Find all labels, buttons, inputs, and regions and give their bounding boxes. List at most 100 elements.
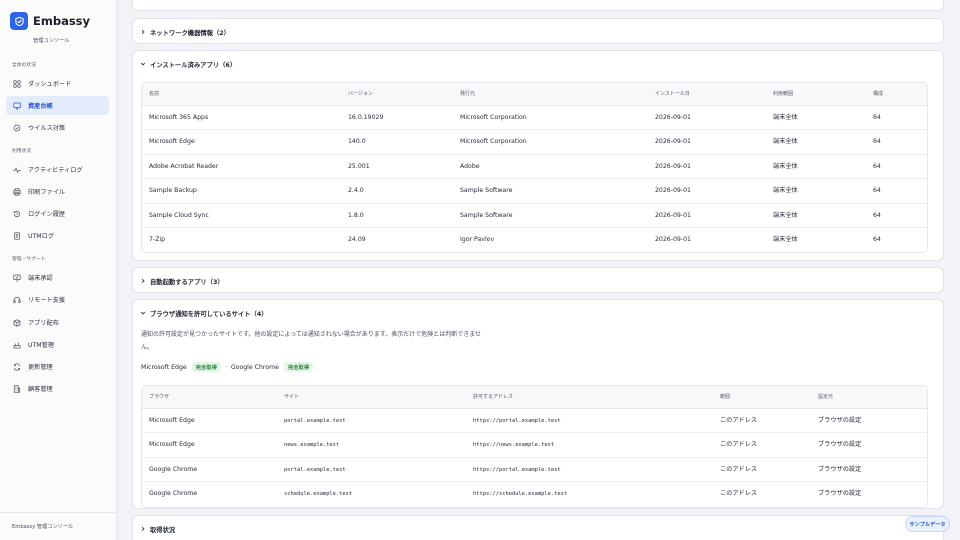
table-cell: Sample Software [460, 211, 513, 219]
table-row[interactable]: 7-Zip 24.09 Igor Pavlov 2026-09-01 端末全体 64 [142, 228, 927, 252]
sidebar-item-activity-log[interactable]: アクティビティログ [6, 160, 109, 179]
panel-title: ブラウザ通知を許可しているサイト（4） [150, 310, 268, 318]
table-cell: 端末全体 [773, 187, 798, 195]
column-header-arch[interactable]: 構成 [873, 83, 883, 106]
table-row[interactable]: Google Chrome schedule.example.test https:… [142, 482, 927, 506]
table-cell: Microsoft Corporation [460, 138, 527, 146]
sidebar-item-login-history[interactable]: ログイン履歴 [6, 204, 109, 223]
sidebar-item-utm-management[interactable]: UTM管理 [6, 335, 109, 354]
sidebar-item-label: リモート支援 [28, 297, 66, 304]
sidebar-item-label: 端末承認 [28, 275, 53, 282]
table-row[interactable]: Microsoft Edge 140.0 Microsoft Corporation… [142, 130, 927, 155]
grid-icon [13, 79, 21, 88]
chevron-right-icon [139, 28, 147, 36]
table-cell: このアドレス [720, 490, 758, 498]
sidebar-item-device-approval[interactable]: 端末承認 [6, 268, 109, 287]
column-header-scope[interactable]: 利用範囲 [773, 83, 793, 106]
panel-installed-apps: インストール済みアプリ（6） 名前 バージョン 発行元 インストール日 利用範囲… [132, 50, 944, 261]
table-cell: 端末全体 [773, 235, 798, 243]
table-row[interactable]: Adobe Acrobat Reader 25.001 Adobe 2026-09-0… [142, 155, 927, 180]
panel-startup-apps: 自動起動するアプリ（3） [132, 267, 944, 293]
panel-title: 自動起動するアプリ（3） [150, 278, 224, 286]
panel-header-acquisition[interactable]: 取得状況 [133, 516, 943, 540]
panel-header-network[interactable]: ネットワーク機器情報（2） [133, 19, 943, 45]
table-cell: https://portal.example.test [473, 466, 561, 473]
activity-icon [13, 166, 21, 174]
sidebar-item-dashboard[interactable]: ダッシュボード [6, 74, 109, 93]
table-cell: このアドレス [720, 465, 758, 473]
column-header-browser[interactable]: ブラウザ [149, 386, 169, 409]
table-cell: Microsoft Edge [149, 417, 195, 424]
sidebar-item-label: アクティビティログ [28, 167, 83, 174]
table-cell: Adobe Acrobat Reader [149, 162, 219, 170]
sidebar-item-antivirus[interactable]: ウイルス対策 [6, 118, 109, 137]
panel-acquisition-status: 取得状況 [132, 515, 944, 540]
table-cell: ブラウザの設定 [818, 417, 862, 424]
table-cell: 25.001 [348, 162, 370, 170]
column-header-install-date[interactable]: インストール日 [655, 83, 690, 106]
table-cell: 2026-09-01 [655, 114, 691, 121]
installed-apps-table: 名前 バージョン 発行元 インストール日 利用範囲 構成 Microsoft 3… [141, 82, 928, 254]
approve-icon [13, 274, 21, 282]
chevron-down-icon [139, 309, 147, 317]
printer-icon [13, 187, 21, 196]
chevron-right-icon [139, 277, 147, 285]
table-cell: schedule.example.test [284, 491, 353, 498]
table-cell: 24.09 [348, 235, 366, 243]
table-cell: Google Chrome [149, 465, 198, 473]
column-header-version[interactable]: バージョン [348, 83, 373, 106]
table-cell: 16.0.19029 [348, 114, 384, 121]
table-row[interactable]: Microsoft Edge news.example.test https://n… [142, 433, 927, 458]
building-icon [13, 384, 21, 393]
sidebar-item-utm-log[interactable]: UTMログ [6, 226, 109, 245]
separator: · [225, 363, 228, 371]
sidebar-item-remote-support[interactable]: リモート支援 [6, 290, 109, 309]
table-row[interactable]: Google Chrome portal.example.test https://… [142, 458, 927, 483]
table-cell: https://news.example.test [473, 442, 555, 449]
column-header-publisher[interactable]: 発行元 [460, 83, 475, 106]
table-row[interactable]: Microsoft Edge portal.example.test https:/… [142, 409, 927, 434]
notifications-description: 通知の許可設定が見つかったサイトです。他の設定によっては通知されない場合がありま… [141, 331, 482, 351]
sidebar: Embassy 管理コンソール 全体の状況 ダッシュボード 資産台帳 ウイルス対… [0, 0, 117, 540]
table-cell: news.example.test [284, 442, 340, 449]
column-header-source[interactable]: 設定元 [818, 386, 833, 409]
panel-header-startup[interactable]: 自動起動するアプリ（3） [133, 268, 943, 294]
sidebar-item-label: UTM管理 [28, 342, 55, 349]
column-header-range[interactable]: 範囲 [720, 386, 730, 409]
nav-section-overview: 全体の状況 [12, 63, 36, 68]
table-cell: ブラウザの設定 [818, 441, 862, 449]
table-cell: 64 [873, 187, 881, 195]
table-cell: Google Chrome [149, 490, 198, 498]
shield-logo-icon [10, 12, 28, 30]
column-header-name[interactable]: 名前 [149, 83, 159, 106]
table-cell: Sample Software [460, 187, 513, 195]
sample-data-button[interactable]: サンプルデータ [905, 516, 950, 532]
sidebar-item-app-distribution[interactable]: アプリ配布 [6, 313, 109, 332]
sidebar-item-label: 顧客管理 [28, 386, 53, 393]
brand-name: Embassy [33, 14, 91, 28]
brand[interactable]: Embassy [10, 12, 90, 30]
table-header: ブラウザ サイト 許可するアドレス 範囲 設定元 [142, 386, 927, 409]
column-header-allowed-address[interactable]: 許可するアドレス [473, 386, 513, 409]
table-cell: このアドレス [720, 441, 758, 449]
panel-title: インストール済みアプリ（6） [150, 61, 237, 69]
sidebar-footer: Embassy 管理コンソール [12, 524, 74, 530]
sidebar-item-print-files[interactable]: 印刷ファイル [6, 182, 109, 201]
table-cell: 2.4.0 [348, 187, 364, 195]
table-cell: 端末全体 [773, 138, 798, 146]
panel-header-notifications[interactable]: ブラウザ通知を許可しているサイト（4） [133, 300, 943, 326]
table-cell: 2026-09-01 [655, 162, 691, 170]
sidebar-item-assets[interactable]: 資産台帳 [6, 96, 109, 115]
table-cell: https://schedule.example.test [473, 491, 568, 498]
sidebar-item-label: アプリ配布 [28, 320, 59, 327]
sidebar-item-label: ログイン履歴 [28, 211, 66, 218]
table-row[interactable]: Sample Cloud Sync 1.8.0 Sample Software 202… [142, 204, 927, 228]
table-cell: Igor Pavlov [460, 235, 495, 243]
sidebar-item-customer-management[interactable]: 顧客管理 [6, 379, 109, 398]
column-header-site[interactable]: サイト [284, 386, 299, 409]
table-cell: Adobe [460, 162, 480, 170]
sidebar-item-update-management[interactable]: 更新管理 [6, 357, 109, 376]
table-row[interactable]: Microsoft 365 Apps 16.0.19029 Microsoft Co… [142, 106, 927, 131]
panel-header-installed[interactable]: インストール済みアプリ（6） [133, 51, 943, 77]
table-row[interactable]: Sample Backup 2.4.0 Sample Software 2026-09… [142, 179, 927, 204]
